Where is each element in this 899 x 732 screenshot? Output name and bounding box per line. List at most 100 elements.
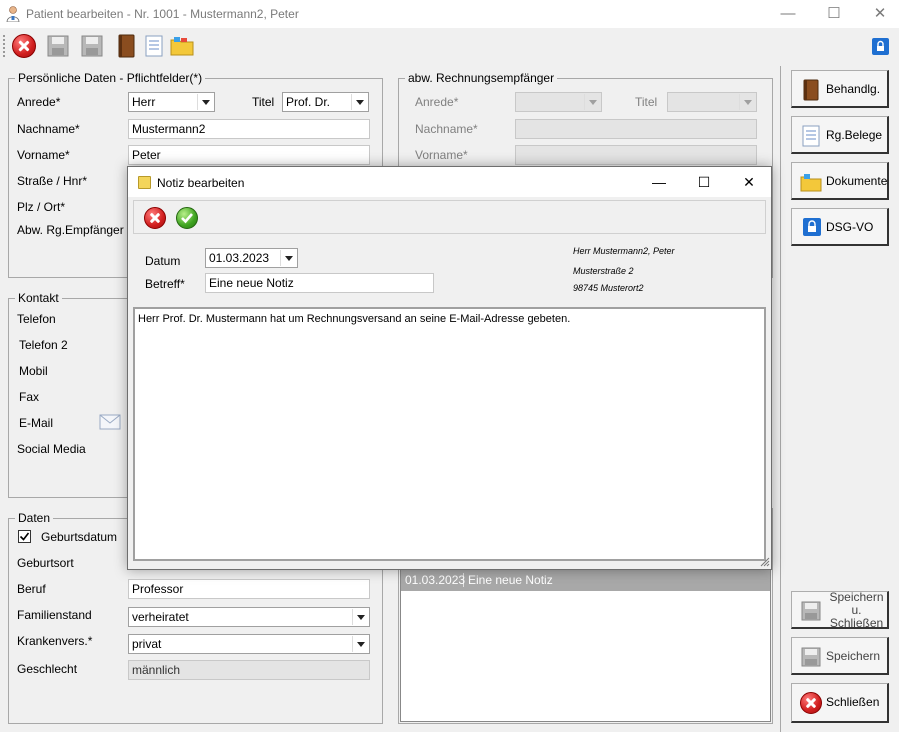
chevron-down-icon[interactable] [197, 94, 213, 110]
window-minimize-button[interactable]: — [765, 2, 811, 26]
strasse-label: Straße / Hnr* [17, 174, 88, 188]
billing-titel-select[interactable] [667, 92, 757, 112]
main-toolbar [0, 30, 899, 62]
save-icon [800, 600, 822, 622]
speichern-label: Speichern [826, 648, 881, 663]
chevron-down-icon[interactable] [352, 636, 368, 652]
rg-belege-button[interactable]: Rg.Belege [791, 116, 889, 154]
dokumente-label: Dokumente [826, 173, 888, 188]
chevron-down-icon [584, 94, 600, 110]
speichern-schliessen-line2: Schließen [829, 615, 884, 630]
nachname-field[interactable]: Mustermann2 [128, 119, 370, 139]
dokumente-button[interactable]: Dokumente [791, 162, 889, 200]
familienstand-value: verheiratet [132, 610, 189, 624]
close-icon[interactable] [144, 207, 166, 229]
familienstand-label: Familienstand [17, 608, 92, 622]
behandlg-button[interactable]: Behandlg. [791, 70, 889, 108]
address-line2: Musterstraße 2 [573, 266, 634, 276]
dialog-betreff-label: Betreff* [145, 277, 185, 291]
schliessen-button[interactable]: Schließen [791, 683, 889, 723]
personal-data-group-title: Persönliche Daten - Pflichtfelder(*) [15, 71, 206, 85]
receipt-icon [800, 125, 822, 147]
folder-icon[interactable] [170, 34, 194, 58]
billing-recipient-group-title: abw. Rechnungsempfänger [405, 71, 558, 85]
dialog-minimize-button[interactable]: — [636, 171, 682, 193]
notes-list: 01.03.2023 Eine neue Notiz [400, 568, 771, 722]
checkmark-icon[interactable] [176, 207, 198, 229]
dialog-betreff-field[interactable]: Eine neue Notiz [205, 273, 434, 293]
lock-icon[interactable] [872, 38, 889, 55]
dialog-maximize-button[interactable]: ☐ [681, 171, 727, 193]
rg-belege-label: Rg.Belege [826, 127, 883, 142]
save-close-icon[interactable] [80, 34, 104, 58]
note-betreff-cell: Eine neue Notiz [468, 573, 553, 587]
telefon2-label: Telefon 2 [19, 338, 68, 352]
close-icon[interactable] [12, 34, 36, 58]
beruf-label: Beruf [17, 582, 46, 596]
speichern-schliessen-label: Speichern u. Schließen [826, 589, 887, 630]
mail-icon[interactable] [99, 414, 121, 430]
billing-titel-label: Titel [635, 95, 658, 109]
plz-ort-label: Plz / Ort* [17, 200, 66, 214]
abw-rg-empfaenger-label: Abw. Rg.Empfänger [17, 223, 124, 237]
table-row[interactable]: 01.03.2023 Eine neue Notiz [401, 569, 770, 591]
lock-icon [803, 218, 821, 236]
close-icon [800, 692, 822, 714]
dsgvo-label: DSG-VO [826, 219, 874, 234]
dsgvo-button[interactable]: DSG-VO [791, 208, 889, 246]
billing-nachname-label: Nachname* [415, 122, 478, 136]
chevron-down-icon[interactable] [351, 94, 367, 110]
toolbar-grip [3, 35, 5, 57]
window-close-button[interactable]: ✕ [857, 2, 899, 26]
geschlecht-field[interactable]: männlich [128, 660, 370, 680]
chevron-down-icon [739, 94, 755, 110]
note-textarea[interactable]: Herr Prof. Dr. Mustermann hat um Rechnun… [133, 307, 766, 561]
geburtsort-label: Geburtsort [17, 556, 74, 570]
social-media-label: Social Media [17, 442, 86, 456]
billing-anrede-select[interactable] [515, 92, 602, 112]
note-dialog: Notiz bearbeiten — ☐ ✕ Datum 01.03.2023 … [127, 166, 772, 570]
titel-select[interactable]: Prof. Dr. [282, 92, 369, 112]
receipt-icon[interactable] [142, 34, 166, 58]
note-datum-cell: 01.03.2023 [401, 573, 465, 587]
fax-label: Fax [19, 390, 40, 404]
anrede-select[interactable]: Herr [128, 92, 215, 112]
mobil-label: Mobil [19, 364, 48, 378]
billing-anrede-label: Anrede* [415, 95, 459, 109]
anrede-value: Herr [132, 95, 156, 109]
dialog-datum-picker[interactable]: 01.03.2023 [205, 248, 298, 268]
billing-vorname-field[interactable] [515, 145, 757, 165]
dialog-title: Notiz bearbeiten [157, 176, 245, 190]
book-icon[interactable] [114, 34, 138, 58]
telefon-label: Telefon [17, 312, 56, 326]
vorname-field[interactable]: Peter [128, 145, 370, 165]
geburtsdatum-checkbox[interactable] [18, 530, 31, 543]
speichern-schliessen-button[interactable]: Speichern u. Schließen [791, 589, 889, 630]
nachname-label: Nachname* [17, 122, 80, 136]
address-line3: 98745 Musterort2 [573, 283, 644, 293]
speichern-schliessen-line1: Speichern u. [829, 589, 884, 617]
daten-group-title: Daten [15, 511, 54, 525]
krankenvers-value: privat [132, 637, 162, 651]
resize-grip-icon[interactable] [758, 555, 770, 567]
familienstand-select[interactable]: verheiratet [128, 607, 370, 627]
anrede-label: Anrede* [17, 95, 61, 109]
save-icon[interactable] [46, 34, 70, 58]
billing-nachname-field[interactable] [515, 119, 757, 139]
dialog-close-button[interactable]: ✕ [726, 171, 772, 193]
dialog-datum-value: 01.03.2023 [209, 251, 270, 265]
speichern-button[interactable]: Speichern [791, 637, 889, 675]
save-icon [800, 646, 822, 668]
address-line1: Herr Mustermann2, Peter [573, 246, 675, 256]
dialog-titlebar: Notiz bearbeiten — ☐ ✕ [128, 167, 771, 197]
dialog-toolbar [133, 200, 766, 234]
folder-icon [800, 171, 822, 193]
chevron-down-icon[interactable] [352, 609, 368, 625]
book-icon [800, 79, 822, 101]
krankenvers-select[interactable]: privat [128, 634, 370, 654]
beruf-field[interactable]: Professor [128, 579, 370, 599]
billing-vorname-label: Vorname* [415, 148, 468, 162]
chevron-down-icon[interactable] [280, 250, 296, 266]
behandlg-label: Behandlg. [826, 81, 881, 96]
window-maximize-button[interactable]: ☐ [811, 2, 857, 26]
